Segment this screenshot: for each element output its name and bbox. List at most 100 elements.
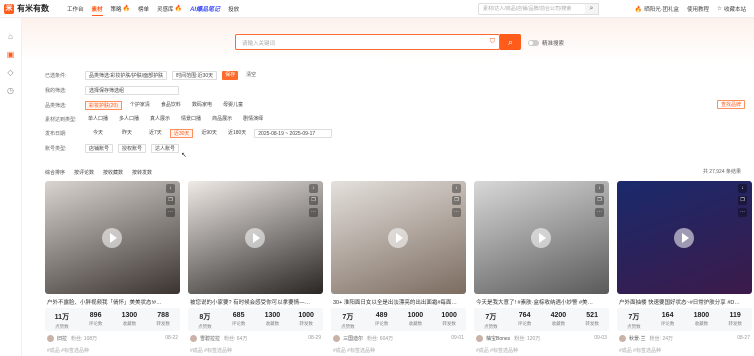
download-icon[interactable]: ↓ (595, 184, 604, 193)
global-search-input[interactable]: 素材/达人/商品/店铺/品牌/前台公司/搜索 (478, 3, 586, 15)
avatar[interactable] (619, 335, 626, 342)
author-info[interactable]: 秋景·兰 粉丝: 24万 (619, 335, 673, 342)
toggle-switch[interactable] (528, 40, 539, 46)
copy-icon[interactable]: ❐ (738, 196, 747, 205)
avatar[interactable] (476, 335, 483, 342)
selected-chip[interactable]: 品类筛选:彩妆护肤/护肤/面部护肤 (85, 70, 168, 80)
clock-icon[interactable]: ◷ (6, 86, 16, 96)
more-icon[interactable]: ⋯ (309, 208, 318, 217)
category-option[interactable]: 数码家电 (189, 101, 215, 110)
author-info[interactable]: 柚宝Bones 粉丝: 120万 (476, 335, 540, 342)
home-icon[interactable]: ⌂ (6, 32, 16, 42)
nav-strategy[interactable]: 策略 🔥 (111, 0, 131, 18)
copy-icon[interactable]: ❐ (166, 196, 175, 205)
tutorial-link[interactable]: 使用教程 (687, 5, 709, 13)
account-option[interactable]: 授权账号 (118, 143, 147, 153)
nav-workbench[interactable]: 工作台 (67, 0, 84, 18)
diamond-icon[interactable]: ◇ (6, 68, 16, 78)
author-info[interactable]: 三国迪尔 粉丝: 604万 (333, 335, 393, 342)
author-info[interactable]: 雪碧拉拉 粉丝: 64万 (190, 335, 247, 342)
author-name[interactable]: 柚宝Bones (486, 335, 510, 342)
nav-ai-notes[interactable]: AI爆品笔记 (190, 0, 220, 18)
more-icon[interactable]: ⋯ (452, 208, 461, 217)
more-icon[interactable]: ⋯ (738, 208, 747, 217)
time-option[interactable]: 近7天 (146, 129, 165, 138)
save-button[interactable]: 保存 (222, 70, 239, 80)
video-card[interactable]: ↓ ❐ ⋯ 户外不露脸、小胖视频我「倘怀」美美状态!#… 11万 点赞数 896 评… (45, 181, 180, 356)
time-option[interactable]: 近30天 (169, 128, 194, 138)
video-thumbnail[interactable]: ↓ ❐ ⋯ (45, 181, 180, 294)
main-search-input[interactable]: 请输入关键词 ⛉ (235, 34, 500, 50)
type-option[interactable]: 剧情演绎 (240, 115, 266, 124)
more-icon[interactable]: ⋯ (166, 208, 175, 217)
video-card[interactable]: ↓ ❐ ⋯ 今天是我大意了! #素肤·盒棕收纳遇小妙警 #美… 7万 点赞数 764… (474, 181, 609, 356)
material-icon[interactable]: ▣ (6, 50, 16, 60)
video-card[interactable]: ↓ ❐ ⋯ 30+ 淮阳面日女以全是出淡漂亮的出出面霜#每面… 7万 点赞数 489… (331, 181, 466, 356)
video-card[interactable]: ↓ ❐ ⋯ 被您说的小家要? 有时候会感受你可以拿要情—… 8万 点赞数 685 评… (188, 181, 323, 356)
card-title[interactable]: 30+ 淮阳面日女以全是出淡漂亮的出出面霜#每面… (333, 298, 465, 306)
type-option[interactable]: 多人口播 (116, 115, 142, 124)
avatar[interactable] (47, 335, 54, 342)
copy-icon[interactable]: ❐ (309, 196, 318, 205)
type-option[interactable]: 单人口播 (85, 115, 111, 124)
saved-filter-select[interactable]: 选择保存筛选组 (85, 85, 179, 95)
nav-material[interactable]: 素材 (91, 0, 103, 18)
card-title[interactable]: 户外面抽楼 快速要国好状态~#日常护肤分享 #D… (619, 298, 751, 306)
author-name[interactable]: 秋景·兰 (629, 335, 646, 342)
selected-chip[interactable]: 时间范围:近30天 (172, 70, 218, 80)
category-option[interactable]: 彩妆护肤(20) (85, 100, 122, 110)
play-icon[interactable] (674, 228, 694, 248)
search-icon[interactable]: ⌕ (585, 3, 599, 15)
account-option[interactable]: 店铺账号 (85, 143, 114, 153)
category-option[interactable]: 母婴儿童 (220, 101, 246, 110)
nav-ads[interactable]: 投放 (228, 0, 239, 18)
copy-icon[interactable]: ❐ (452, 196, 461, 205)
avatar[interactable] (190, 335, 197, 342)
date-range-picker[interactable]: 2025-08-19 ~ 2025-09-17 (254, 128, 333, 138)
avatar[interactable] (333, 335, 340, 342)
download-icon[interactable]: ↓ (452, 184, 461, 193)
play-icon[interactable] (102, 228, 122, 248)
time-option[interactable]: 近180天 (225, 129, 249, 138)
sort-option[interactable]: 按评论数 (74, 169, 94, 176)
type-option[interactable]: 真人展示 (147, 115, 173, 124)
author-name[interactable]: 旧拉 (57, 335, 67, 342)
clear-button[interactable]: 清空 (243, 71, 259, 80)
type-option[interactable]: 情景口播 (178, 115, 204, 124)
precise-search-toggle[interactable]: 精准搜索 (528, 39, 564, 47)
video-thumbnail[interactable]: ↓ ❐ ⋯ (188, 181, 323, 294)
sort-option[interactable]: 综合排序 (45, 169, 65, 176)
time-option[interactable]: 昨天 (119, 129, 135, 138)
play-icon[interactable] (245, 228, 265, 248)
find-brand-button[interactable]: 查找品牌 (716, 100, 745, 109)
card-title[interactable]: 被您说的小家要? 有时候会感受你可以拿要情—… (190, 298, 322, 306)
nav-ranking[interactable]: 榜单 (138, 0, 149, 18)
time-option[interactable]: 今天 (90, 129, 106, 138)
video-thumbnail[interactable]: ↓ ❐ ⋯ (331, 181, 466, 294)
filter-icon[interactable]: ⛉ (490, 38, 495, 46)
author-info[interactable]: 旧拉 粉丝: 108万 (47, 335, 97, 342)
download-icon[interactable]: ↓ (166, 184, 175, 193)
category-option[interactable]: 个护家清 (127, 101, 153, 110)
sort-option[interactable]: 按转发数 (132, 169, 152, 176)
card-title[interactable]: 今天是我大意了! #素肤·盒棕收纳遇小妙警 #美… (476, 298, 608, 306)
video-thumbnail[interactable]: ↓ ❐ ⋯ (617, 181, 752, 294)
video-thumbnail[interactable]: ↓ ❐ ⋯ (474, 181, 609, 294)
account-name[interactable]: 晒阳光·团礼盒 (644, 5, 679, 13)
download-icon[interactable]: ↓ (738, 184, 747, 193)
sort-option[interactable]: 按收藏数 (103, 169, 123, 176)
play-icon[interactable] (388, 228, 408, 248)
download-icon[interactable]: ↓ (309, 184, 318, 193)
star-icon[interactable]: ☆ (717, 6, 722, 12)
time-option[interactable]: 近90天 (198, 129, 220, 138)
more-icon[interactable]: ⋯ (595, 208, 604, 217)
account-option[interactable]: 达人账号 (151, 143, 180, 153)
category-option[interactable]: 食品饮料 (158, 101, 184, 110)
author-name[interactable]: 雪碧拉拉 (200, 335, 220, 342)
copy-icon[interactable]: ❐ (595, 196, 604, 205)
brand-logo[interactable]: 米 有米有数 (4, 3, 62, 14)
favorite-link[interactable]: 收藏本站 (724, 5, 746, 13)
card-title[interactable]: 户外不露脸、小胖视频我「倘怀」美美状态!#… (47, 298, 179, 306)
type-option[interactable]: 商品展示 (209, 115, 235, 124)
video-card[interactable]: ↓ ❐ ⋯ 户外面抽楼 快速要国好状态~#日常护肤分享 #D… 7万 点赞数 164… (617, 181, 752, 356)
